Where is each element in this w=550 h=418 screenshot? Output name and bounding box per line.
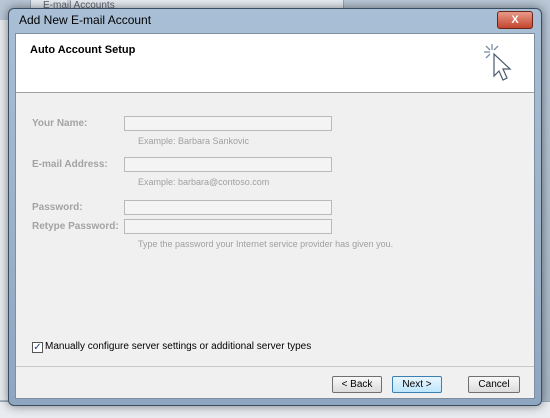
cursor-sparkle-icon bbox=[484, 44, 512, 81]
wizard-header: Auto Account Setup bbox=[16, 34, 534, 93]
password-hint: Type the password your Internet service … bbox=[138, 239, 394, 249]
email-field[interactable] bbox=[124, 157, 332, 172]
add-account-dialog: Add New E-mail Account X Auto Account Se… bbox=[8, 8, 542, 406]
email-hint: Example: barbara@contoso.com bbox=[138, 177, 270, 187]
dialog-client-area: Auto Account Setup Your Name: Example: B… bbox=[15, 33, 535, 399]
name-hint: Example: Barbara Sankovic bbox=[138, 136, 250, 146]
dialog-titlebar[interactable]: Add New E-mail Account X bbox=[9, 9, 541, 31]
manual-config-checkbox[interactable]: ✓ bbox=[32, 342, 43, 353]
page-title: Auto Account Setup bbox=[30, 44, 136, 56]
password-field[interactable] bbox=[124, 200, 332, 215]
name-field[interactable] bbox=[124, 116, 332, 131]
footer-divider bbox=[16, 366, 534, 367]
name-label: Your Name: bbox=[32, 118, 88, 129]
email-label: E-mail Address: bbox=[32, 159, 108, 170]
dialog-title: Add New E-mail Account bbox=[19, 13, 152, 27]
cancel-button[interactable]: Cancel bbox=[468, 376, 520, 393]
password-label: Password: bbox=[32, 202, 83, 213]
close-button[interactable]: X bbox=[497, 11, 533, 29]
manual-config-label[interactable]: Manually configure server settings or ad… bbox=[45, 341, 311, 352]
retype-password-field[interactable] bbox=[124, 219, 332, 234]
retype-password-label: Retype Password: bbox=[32, 221, 119, 232]
next-button[interactable]: Next > bbox=[392, 376, 442, 393]
back-button[interactable]: < Back bbox=[332, 376, 382, 393]
